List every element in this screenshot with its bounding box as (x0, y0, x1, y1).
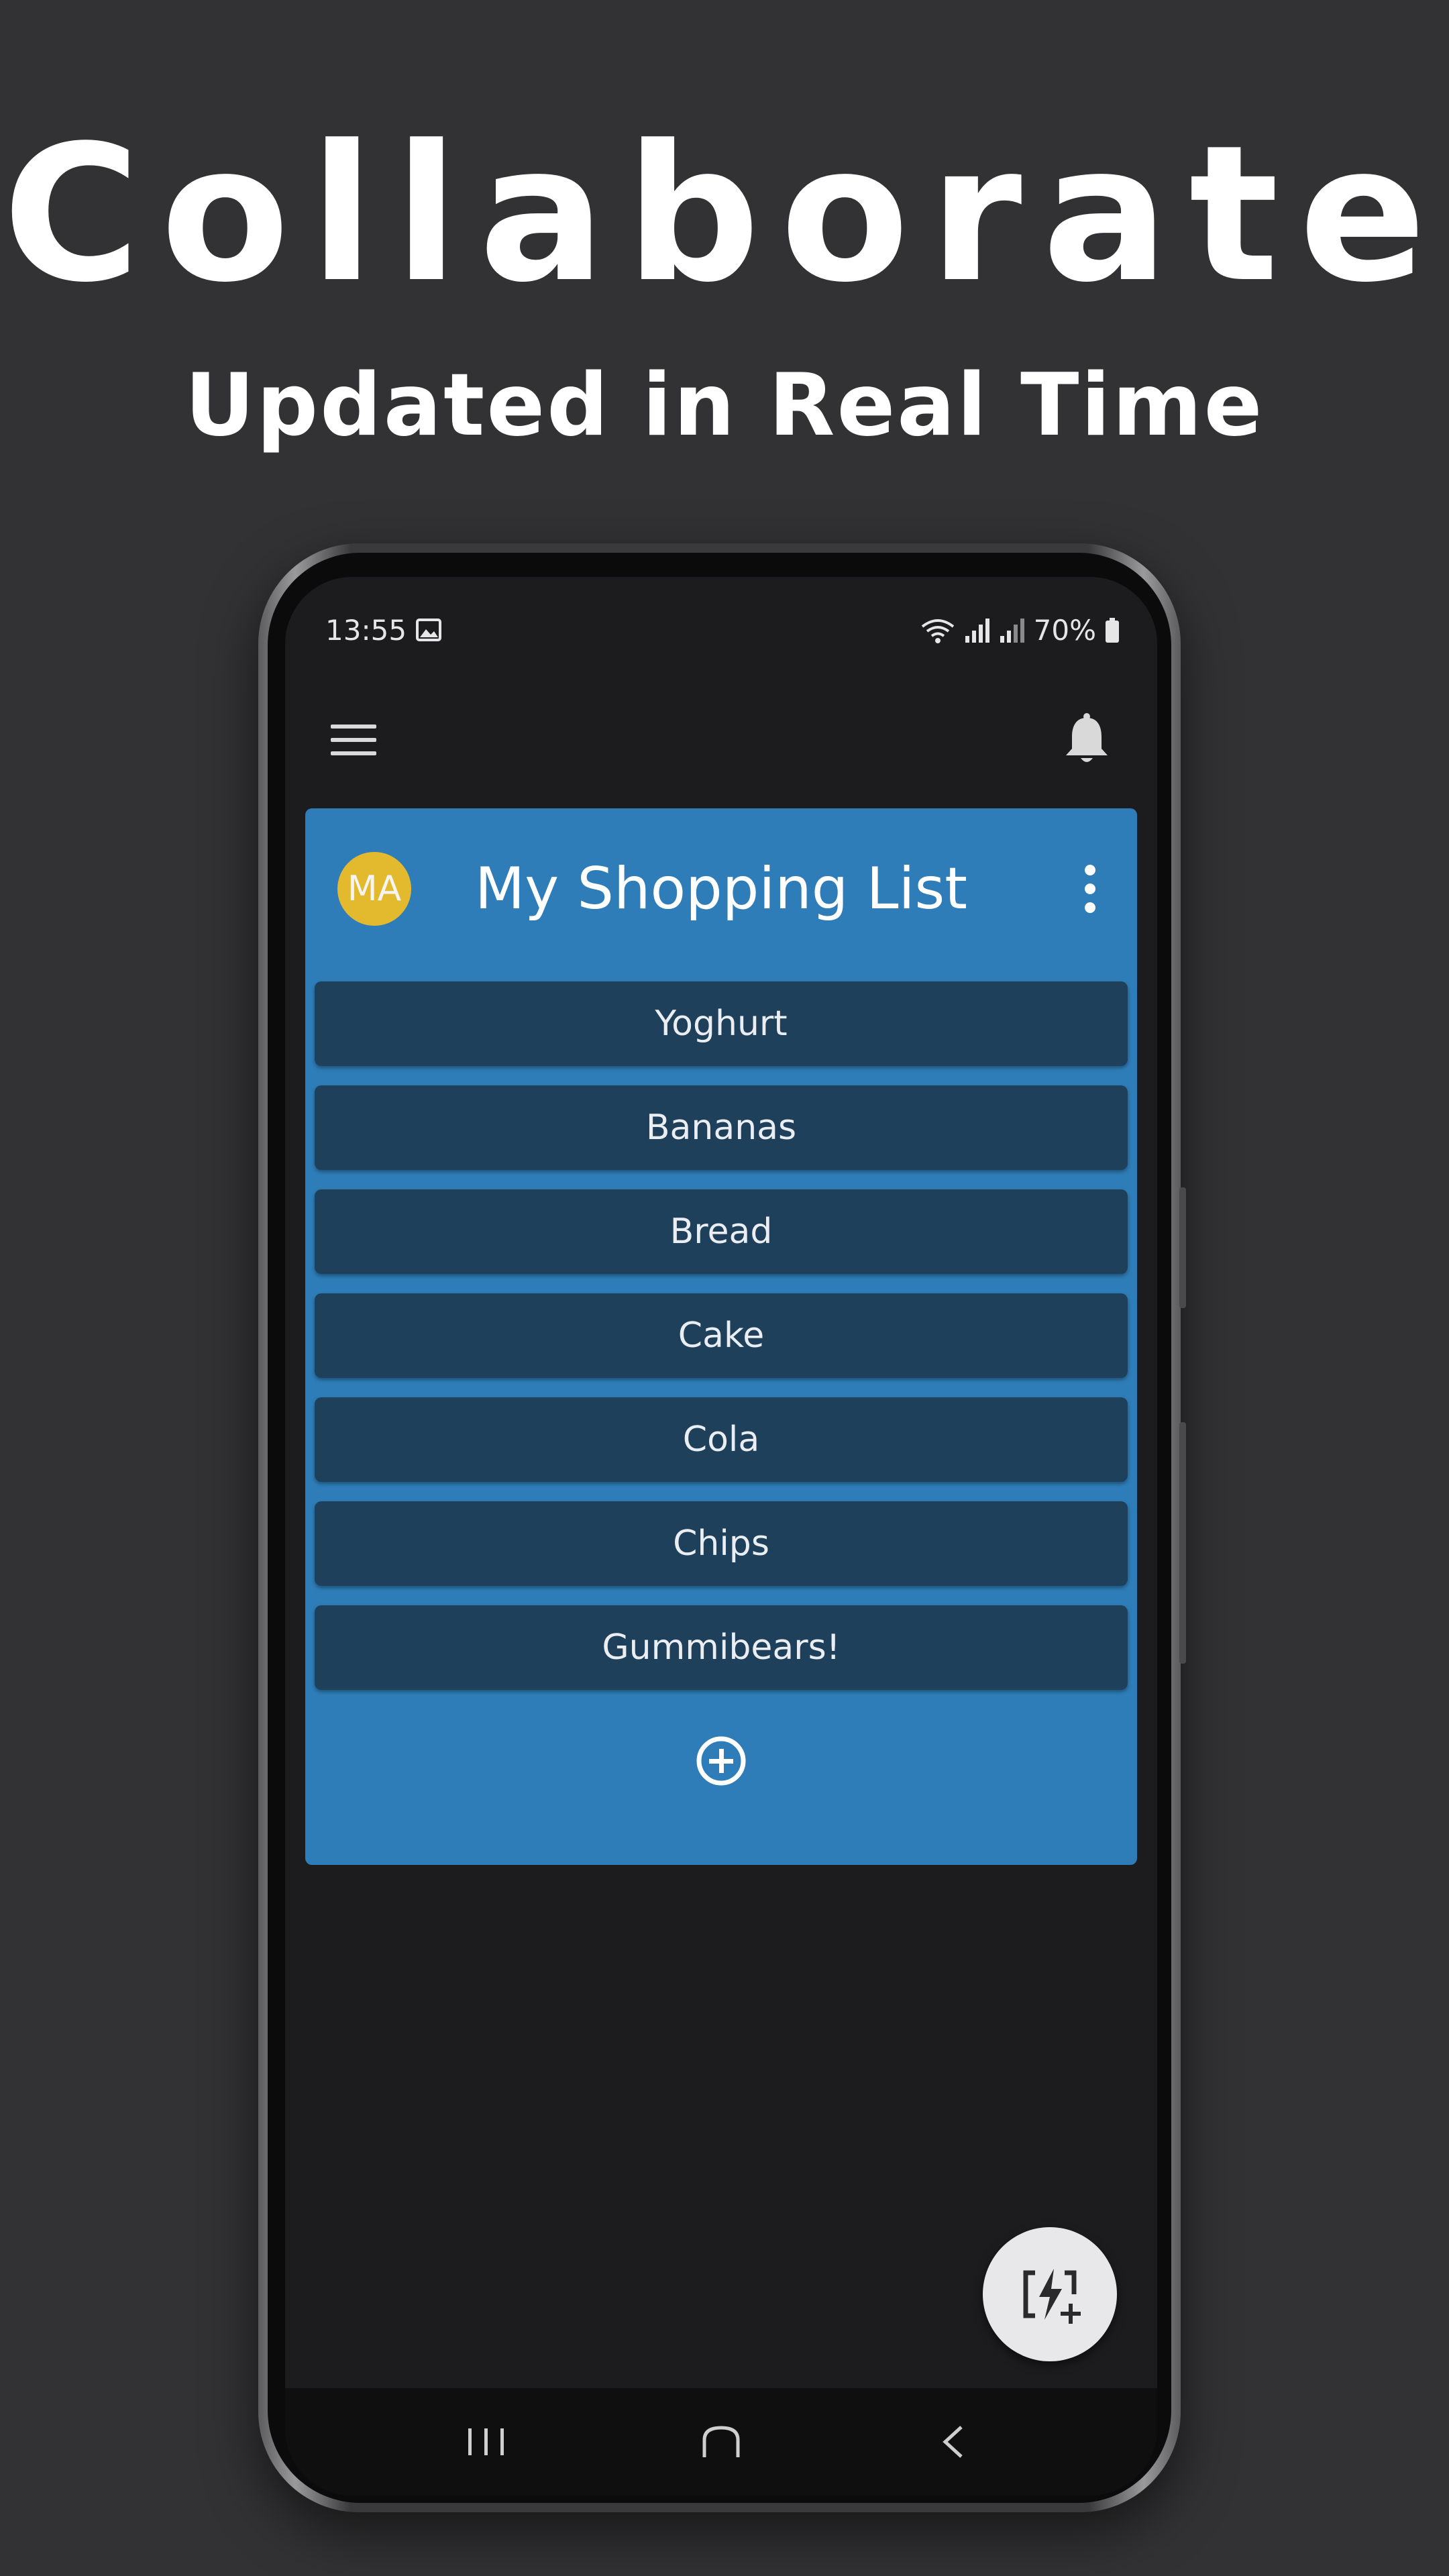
menu-icon[interactable] (331, 723, 376, 757)
system-nav-bar (285, 2388, 1157, 2496)
promo-subheadline: Updated in Real Time (184, 356, 1265, 455)
item-list: Yoghurt Bananas Bread Cake Cola Chips Gu… (315, 981, 1128, 1709)
battery-icon (1106, 617, 1119, 643)
list-item[interactable]: Cola (315, 1397, 1128, 1482)
app-bar (285, 684, 1157, 798)
power-button (1179, 1422, 1186, 1664)
status-bar: 13:55 70% (285, 577, 1157, 684)
promo-headline: Collaborate (2, 105, 1447, 324)
recent-apps-icon[interactable] (463, 2425, 510, 2459)
list-item[interactable]: Cake (315, 1293, 1128, 1378)
more-vertical-icon[interactable] (1080, 862, 1100, 916)
image-icon (416, 619, 441, 641)
add-circle-icon[interactable] (694, 1734, 748, 1788)
home-icon[interactable] (698, 2425, 745, 2459)
list-item[interactable]: Chips (315, 1501, 1128, 1586)
bell-icon[interactable] (1063, 712, 1110, 766)
quick-add-icon (1023, 2269, 1081, 2324)
back-icon[interactable] (936, 2422, 969, 2462)
list-title: My Shopping List (475, 855, 967, 922)
status-indicators: 70% (920, 614, 1120, 647)
status-time: 13:55 (325, 614, 407, 647)
volume-button (1179, 1187, 1186, 1308)
avatar[interactable]: MA (337, 852, 411, 926)
list-item[interactable]: Gummibears! (315, 1605, 1128, 1690)
list-item[interactable]: Bananas (315, 1085, 1128, 1170)
quick-add-button[interactable] (983, 2227, 1117, 2361)
signal-icon (965, 618, 989, 643)
signal-icon (1000, 618, 1024, 643)
phone-screen: 13:55 70% MA My Shopping List Yoghurt Ba… (285, 577, 1157, 2496)
wifi-icon (921, 619, 954, 643)
shopping-list-card: MA My Shopping List Yoghurt Bananas Brea… (305, 808, 1137, 1865)
battery-percent: 70% (1033, 614, 1096, 647)
list-item[interactable]: Bread (315, 1189, 1128, 1274)
list-item[interactable]: Yoghurt (315, 981, 1128, 1066)
